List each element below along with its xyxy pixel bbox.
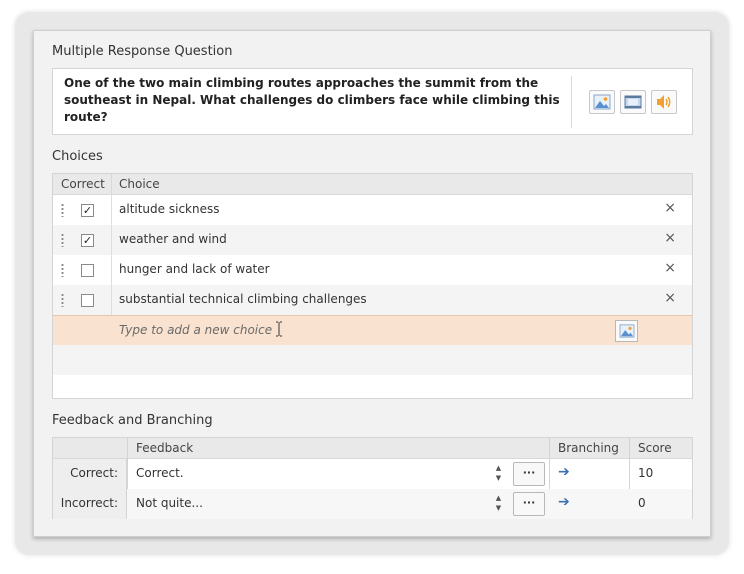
column-header-branching: Branching (558, 441, 619, 455)
column-header-score: Score (638, 441, 672, 455)
drag-handle-icon[interactable] (61, 293, 64, 307)
spinner-icon[interactable]: ▲ ▼ (494, 463, 503, 485)
row-label-cell: Correct: (53, 459, 127, 489)
feedback-table-header: Feedback Branching Score (53, 438, 692, 459)
choices-section-title: Choices (52, 149, 103, 164)
correct-checkbox[interactable] (81, 264, 94, 277)
column-separator (111, 255, 112, 285)
choice-row[interactable]: ✓ weather and wind × (53, 225, 692, 255)
new-choice-row[interactable]: Type to add a new choice (53, 315, 692, 345)
drag-handle-icon[interactable] (61, 203, 64, 217)
more-options-button[interactable]: ··· (513, 462, 545, 486)
choices-table-header: Correct Choice (53, 174, 692, 195)
drag-handle-icon[interactable] (61, 263, 64, 277)
correct-checkbox[interactable]: ✓ (81, 234, 94, 247)
feedback-section-title: Feedback and Branching (52, 413, 213, 428)
empty-row (53, 345, 692, 375)
column-separator (111, 225, 112, 255)
feedback-input[interactable]: Not quite... (136, 496, 203, 510)
divider (571, 76, 572, 128)
feedback-input[interactable]: Correct. (136, 466, 184, 480)
check-icon: ✓ (82, 234, 93, 247)
feedback-row-correct: Correct: Correct. ▲ ▼ ··· ➔ 10 (53, 459, 692, 489)
choice-text[interactable]: substantial technical climbing challenge… (119, 292, 367, 306)
choice-row[interactable]: ✓ altitude sickness × (53, 195, 692, 225)
delete-choice-icon[interactable]: × (664, 200, 676, 216)
column-separator (111, 285, 112, 315)
question-section-title: Multiple Response Question (52, 44, 233, 59)
new-choice-input[interactable]: Type to add a new choice (119, 323, 272, 337)
drag-handle-icon[interactable] (61, 233, 64, 247)
row-label-cell: Incorrect: (53, 489, 127, 519)
column-header-correct: Correct (61, 177, 105, 191)
choice-row[interactable]: substantial technical climbing challenge… (53, 285, 692, 315)
delete-choice-icon[interactable]: × (664, 290, 676, 306)
delete-choice-icon[interactable]: × (664, 260, 676, 276)
insert-audio-button[interactable] (651, 90, 677, 114)
choice-text[interactable]: altitude sickness (119, 202, 219, 216)
question-editor-panel: Multiple Response Question One of the tw… (33, 30, 711, 537)
score-input[interactable]: 0 (638, 496, 646, 510)
feedback-table: Feedback Branching Score Correct: Correc… (52, 437, 693, 519)
choice-text[interactable]: weather and wind (119, 232, 227, 246)
check-icon: ✓ (82, 204, 93, 217)
choice-text[interactable]: hunger and lack of water (119, 262, 270, 276)
spinner-icon[interactable]: ▲ ▼ (494, 493, 503, 515)
score-input[interactable]: 10 (638, 466, 653, 480)
new-choice-image-button[interactable] (615, 320, 638, 342)
column-header-feedback: Feedback (136, 441, 194, 455)
more-options-button[interactable]: ··· (513, 492, 545, 516)
correct-checkbox[interactable]: ✓ (81, 204, 94, 217)
delete-choice-icon[interactable]: × (664, 230, 676, 246)
column-separator (111, 174, 112, 195)
audio-icon (657, 95, 671, 109)
correct-checkbox[interactable] (81, 294, 94, 307)
insert-image-button[interactable] (589, 90, 615, 114)
branching-arrow-icon[interactable]: ➔ (558, 464, 570, 480)
image-icon (619, 324, 634, 338)
row-label: Correct: (70, 466, 118, 480)
branching-arrow-icon[interactable]: ➔ (558, 494, 570, 510)
question-text-box[interactable]: One of the two main climbing routes appr… (52, 68, 693, 135)
insert-video-button[interactable] (620, 90, 646, 114)
column-separator (111, 195, 112, 225)
choices-table: Correct Choice ✓ altitude sickness × ✓ w… (52, 173, 693, 399)
feedback-row-incorrect: Incorrect: Not quite... ▲ ▼ ··· ➔ 0 (53, 489, 692, 519)
question-text[interactable]: One of the two main climbing routes appr… (64, 75, 564, 126)
text-cursor-icon (275, 321, 283, 341)
video-icon (624, 95, 642, 109)
row-label: Incorrect: (60, 496, 118, 510)
column-header-choice: Choice (119, 177, 160, 191)
image-icon (593, 94, 611, 110)
choice-row[interactable]: hunger and lack of water × (53, 255, 692, 285)
